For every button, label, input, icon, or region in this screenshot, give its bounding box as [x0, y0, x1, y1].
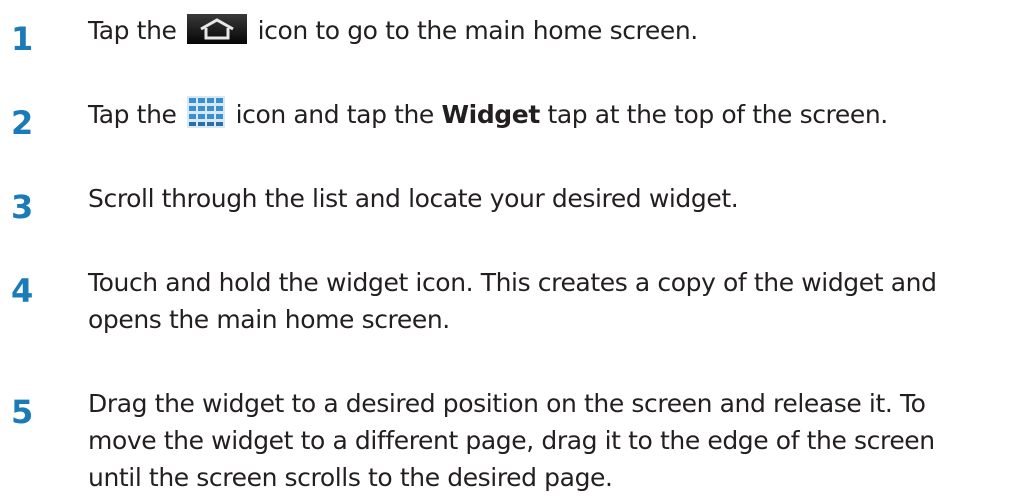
step-text-line-2: move the widget to a different page, dra… — [88, 426, 935, 455]
step-number: 2 — [11, 104, 34, 142]
step-text-line-1: Scroll through the list and locate your … — [88, 184, 739, 213]
step-text-line-1: Drag the widget to a desired position on… — [88, 389, 926, 418]
step-text: Drag the widget to a desired position on… — [88, 385, 1018, 496]
step-number: 1 — [11, 20, 34, 58]
step-text-before-icon: Tap the — [88, 100, 177, 129]
step-number: 4 — [11, 272, 34, 310]
step-text-line-2: opens the main home screen. — [88, 305, 450, 334]
step-text-line-1: Touch and hold the widget icon. This cre… — [88, 268, 937, 297]
step-text-before-icon: Tap the — [88, 16, 177, 45]
apps-grid-icon — [187, 96, 226, 128]
step-text-line-3: until the screen scrolls to the desired … — [88, 463, 613, 492]
step-text-bold: Widget — [441, 100, 540, 129]
step-text: Touch and hold the widget icon. This cre… — [88, 264, 1018, 338]
step-text: Tap the icon and tap the Widget tap at t… — [88, 96, 1018, 133]
step-number: 5 — [11, 393, 34, 431]
step-text-after-icon: icon to go to the main home screen. — [257, 16, 699, 45]
step-text-after-icon: icon and tap the — [235, 100, 435, 129]
home-icon — [187, 14, 248, 44]
step-text: Tap the icon to go to the main home scre… — [88, 12, 1018, 49]
step-number: 3 — [11, 188, 34, 226]
step-text: Scroll through the list and locate your … — [88, 180, 1018, 217]
instruction-steps: 1 Tap the icon to go to the main home sc — [0, 0, 1020, 501]
step-text-after-bold: tap at the top of the screen. — [547, 100, 888, 129]
